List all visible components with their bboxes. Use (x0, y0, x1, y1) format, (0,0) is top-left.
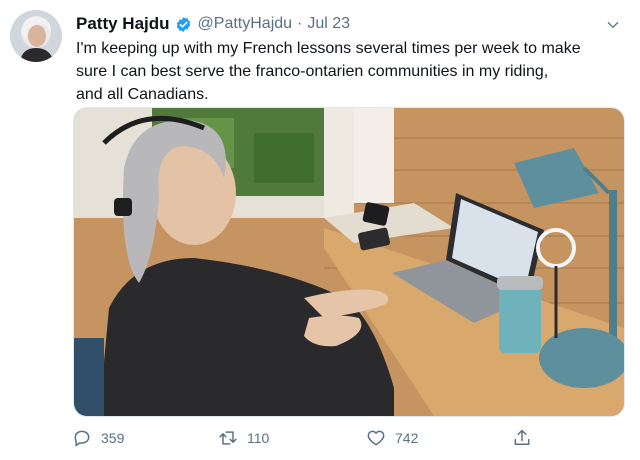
share-button[interactable] (512, 426, 532, 450)
verified-badge-icon (175, 16, 192, 33)
tweet-text-line: I'm keeping up with my French lessons se… (76, 40, 581, 57)
retweet-button[interactable]: 110 (218, 426, 269, 450)
tweet-text-line: sure I can best serve the franco-ontarie… (76, 63, 549, 80)
reply-button[interactable]: 359 (72, 426, 124, 450)
tweet-header: Patty Hajdu @PattyHajdu · Jul 23 (76, 12, 630, 36)
tweet-text-line: and all Canadians. (76, 86, 209, 103)
author-name[interactable]: Patty Hajdu (76, 14, 170, 34)
retweet-count: 110 (247, 430, 270, 446)
tweet-text: I'm keeping up with my French lessons se… (76, 37, 628, 106)
tweet-photo[interactable] (73, 107, 625, 417)
share-icon (512, 428, 532, 448)
heart-icon (366, 428, 386, 448)
retweet-icon (218, 428, 238, 448)
chevron-down-icon[interactable] (604, 16, 622, 34)
like-button[interactable]: 742 (366, 426, 418, 450)
avatar[interactable] (10, 10, 62, 62)
reply-icon (72, 428, 92, 448)
tweet-date[interactable]: Jul 23 (307, 15, 350, 33)
separator-dot: · (297, 15, 303, 32)
reply-count: 359 (101, 430, 125, 446)
tweet-actions: 359 110 742 (72, 426, 552, 450)
author-handle[interactable]: @PattyHajdu (198, 15, 293, 33)
like-count: 742 (395, 430, 419, 446)
